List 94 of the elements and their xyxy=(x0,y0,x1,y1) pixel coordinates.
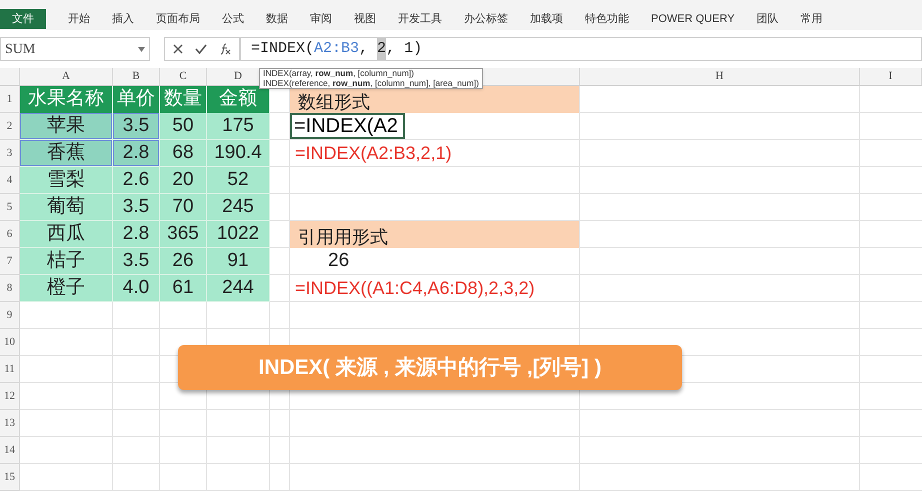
grid-cell xyxy=(113,464,160,491)
grid-cell xyxy=(113,437,160,464)
name-box[interactable]: SUM xyxy=(0,37,150,61)
grid-cell xyxy=(207,410,270,437)
row-header[interactable]: 8 xyxy=(6,280,12,296)
column-header[interactable]: A xyxy=(62,68,70,85)
table-cell: 3.5 xyxy=(113,248,160,275)
grid-cell xyxy=(113,410,160,437)
table-cell: 葡萄 xyxy=(20,194,113,221)
table-cell: 4.0 xyxy=(113,275,160,302)
cancel-icon[interactable] xyxy=(173,44,183,54)
column-header[interactable]: H xyxy=(716,68,724,85)
ribbon-tab[interactable]: 开始 xyxy=(68,9,90,29)
grid-cell xyxy=(160,410,207,437)
function-icon[interactable] xyxy=(219,43,231,55)
grid-cell xyxy=(113,383,160,410)
ribbon-tab[interactable]: 公式 xyxy=(222,9,244,29)
table-cell: 52 xyxy=(207,167,270,194)
column-header[interactable]: C xyxy=(179,68,187,85)
table-cell-text: 26 xyxy=(327,248,350,273)
ribbon-tab[interactable]: 加载项 xyxy=(530,9,563,29)
table-cell: 2.8 xyxy=(113,221,160,248)
check-icon[interactable] xyxy=(195,44,207,54)
table-cell: 190.4 xyxy=(207,140,270,167)
grid-cell xyxy=(207,437,270,464)
formula-text: =INDEX(A2:B3,2,1) xyxy=(294,142,452,165)
table-cell: 雪梨 xyxy=(20,167,113,194)
row-header[interactable]: 7 xyxy=(6,252,12,270)
ribbon-tab[interactable]: 开发工具 xyxy=(398,9,442,29)
table-cell: 3.5 xyxy=(113,113,160,140)
ribbon-tab[interactable]: 视图 xyxy=(354,9,376,29)
ribbon-tab[interactable]: 团队 xyxy=(756,9,779,29)
ribbon-tab[interactable]: 页面布局 xyxy=(156,9,200,29)
header-cell: 水果名称 xyxy=(20,86,113,113)
formula-input[interactable]: =INDEX(A2:B3, 2, 1) xyxy=(240,37,922,61)
table-cell: 香蕉 xyxy=(20,140,113,167)
table-cell: 20 xyxy=(160,167,207,194)
header-cell: 金额 xyxy=(207,86,270,113)
table-cell: 50 xyxy=(160,113,207,140)
ribbon-tab[interactable]: POWER QUERY xyxy=(651,9,735,29)
table-cell: 91 xyxy=(207,248,270,275)
grid-cell xyxy=(270,194,290,221)
grid-cell xyxy=(160,302,207,329)
grid-cell xyxy=(160,437,207,464)
ribbon-tab[interactable]: 文件 xyxy=(0,9,46,29)
table-cell: 桔子 xyxy=(20,248,113,275)
syntax-text: INDEX(reference, row_num, [column_num], [area_num]) xyxy=(263,78,479,88)
table-cell: 68 xyxy=(160,140,207,167)
table-cell: 244 xyxy=(207,275,270,302)
table-cell: 2.6 xyxy=(113,167,160,194)
ribbon-tab[interactable]: 数据 xyxy=(266,9,288,29)
grid-cell xyxy=(270,437,290,464)
row-header[interactable]: 2 xyxy=(6,118,12,134)
grid-cell xyxy=(160,464,207,491)
ribbon-tab[interactable]: 常用 xyxy=(800,9,823,29)
column-header[interactable]: B xyxy=(132,68,140,85)
table-cell: 365 xyxy=(160,221,207,248)
grid-cell xyxy=(270,464,290,491)
table-cell: 3.5 xyxy=(113,194,160,221)
ribbon-tab[interactable]: 特色功能 xyxy=(585,9,629,29)
grid-cell xyxy=(270,167,290,194)
caption-banner: INDEX( 来源 , 来源中的行号 ,[列号] ) xyxy=(178,345,682,390)
table-cell: 245 xyxy=(207,194,270,221)
row-header[interactable]: 9 xyxy=(6,306,12,324)
table-cell: 26 xyxy=(160,248,207,275)
table-cell: 橙子 xyxy=(20,275,113,302)
table-cell: 70 xyxy=(160,194,207,221)
syntax-text: INDEX(array, row_num, [column_num]) xyxy=(263,69,416,78)
grid-cell xyxy=(113,302,160,329)
ribbon-tab[interactable]: 插入 xyxy=(112,9,134,29)
ribbon-tab[interactable]: 办公标签 xyxy=(464,9,508,29)
header-cell: 单价 xyxy=(113,86,160,113)
table-cell: 苹果 xyxy=(20,113,113,140)
formula-text: =INDEX((A1:C4,A6:D8),2,3,2) xyxy=(294,276,535,300)
caret-icon xyxy=(138,46,145,52)
table-cell: 2.8 xyxy=(113,140,160,167)
table-cell: 1022 xyxy=(207,221,270,248)
ribbon-tab[interactable]: 审阅 xyxy=(310,9,332,29)
row-header[interactable]: 6 xyxy=(6,226,12,242)
grid-cell xyxy=(270,410,290,437)
table-cell: 西瓜 xyxy=(20,221,113,248)
grid-cell xyxy=(207,464,270,491)
column-header[interactable]: D xyxy=(234,68,242,85)
active-cell[interactable]: =INDEX(A2 xyxy=(290,113,405,139)
table-cell: 175 xyxy=(207,113,270,140)
header-cell: 数量 xyxy=(160,86,207,113)
row-header[interactable]: 3 xyxy=(6,144,12,162)
table-cell: 61 xyxy=(160,275,207,302)
row-header[interactable]: 4 xyxy=(6,172,12,188)
column-header[interactable]: I xyxy=(888,68,892,85)
row-header[interactable]: 1 xyxy=(6,90,12,108)
row-header[interactable]: 5 xyxy=(6,198,12,216)
section-heading-cell: 引用用形式 xyxy=(290,221,580,248)
grid-cell xyxy=(113,329,160,356)
